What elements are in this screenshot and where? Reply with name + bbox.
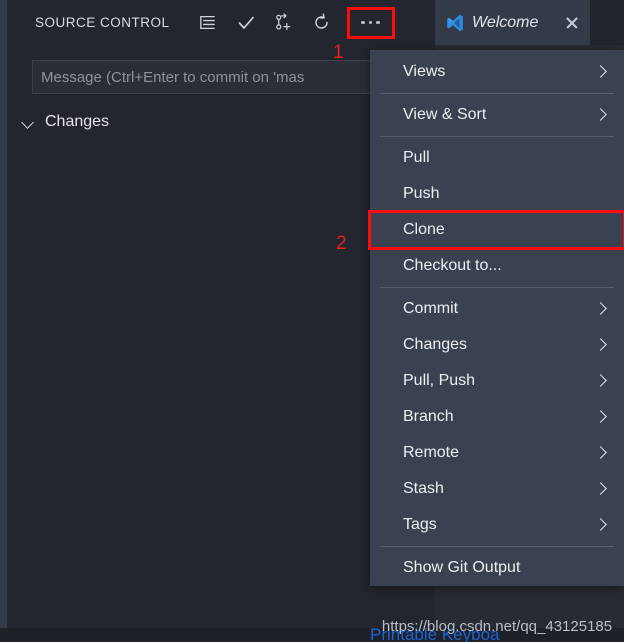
refresh-icon[interactable] [303,8,341,38]
source-control-header: SOURCE CONTROL [7,0,435,45]
vscode-window: Welcome SOURCE CONTROL Message (Ctrl+Ent… [0,0,624,642]
annotation-2: 2 [336,233,347,254]
watermark-url: https://blog.csdn.net/qq_43125185 [381,618,613,635]
menu-item-label: Pull, Push [403,372,476,389]
chevron-right-icon [595,339,607,351]
menu-item-commit[interactable]: Commit [370,291,624,327]
menu-separator [380,546,614,547]
menu-item-label: Tags [403,516,437,533]
menu-item-branch[interactable]: Branch [370,399,624,435]
menu-item-views[interactable]: Views [370,54,624,90]
menu-item-checkout-to[interactable]: Checkout to... [370,248,624,284]
menu-item-label: Remote [403,444,460,461]
menu-item-changes[interactable]: Changes [370,327,624,363]
menu-item-label: Push [403,185,440,202]
chevron-right-icon [595,375,607,387]
tab-welcome[interactable]: Welcome [435,0,590,45]
chevron-right-icon [595,109,607,121]
menu-item-label: Commit [403,300,459,317]
annotation-1: 1 [333,42,344,63]
menu-item-pull-push[interactable]: Pull, Push [370,363,624,399]
menu-item-label: Clone [403,221,445,238]
menu-item-label: Checkout to... [403,257,502,274]
menu-item-label: Pull [403,149,430,166]
menu-item-show-git-output[interactable]: Show Git Output [370,550,624,586]
chevron-down-icon [22,116,35,129]
menu-item-label: Views [403,63,446,80]
chevron-right-icon [595,483,607,495]
close-icon[interactable] [562,13,582,33]
menu-item-pull[interactable]: Pull [370,140,624,176]
commit-message-input[interactable]: Message (Ctrl+Enter to commit on 'mas [32,60,410,94]
changes-group-header[interactable]: Changes [22,108,109,136]
menu-item-label: Branch [403,408,454,425]
menu-item-remote[interactable]: Remote [370,435,624,471]
menu-item-push[interactable]: Push [370,176,624,212]
more-actions-icon[interactable] [346,6,395,39]
git-branch-create-icon[interactable] [265,8,303,38]
menu-item-stash[interactable]: Stash [370,471,624,507]
menu-item-label: View & Sort [403,106,487,123]
menu-item-label: Show Git Output [403,559,521,576]
activity-bar[interactable] [0,0,7,642]
ellipsis-glyph [361,20,380,25]
menu-item-tags[interactable]: Tags [370,507,624,543]
menu-item-clone[interactable]: Clone [368,210,624,250]
chevron-right-icon [595,447,607,459]
menu-item-label: Changes [403,336,468,353]
chevron-right-icon [595,66,607,78]
changes-group-label: Changes [45,113,110,130]
menu-item-label: Stash [403,480,444,497]
chevron-right-icon [595,519,607,531]
view-as-list-icon[interactable] [189,8,227,38]
menu-separator [380,287,614,288]
tab-label: Welcome [472,13,539,31]
chevron-right-icon [595,303,607,315]
chevron-right-icon [595,411,607,423]
source-control-context-menu: Views View & Sort Pull Push Clone Checko… [368,50,624,586]
vscode-logo-icon [445,13,465,33]
check-icon[interactable] [227,8,265,38]
menu-separator [380,136,614,137]
menu-separator [380,93,614,94]
source-control-actions [189,6,395,39]
menu-item-view-and-sort[interactable]: View & Sort [370,97,624,133]
page-title: SOURCE CONTROL [35,15,170,30]
